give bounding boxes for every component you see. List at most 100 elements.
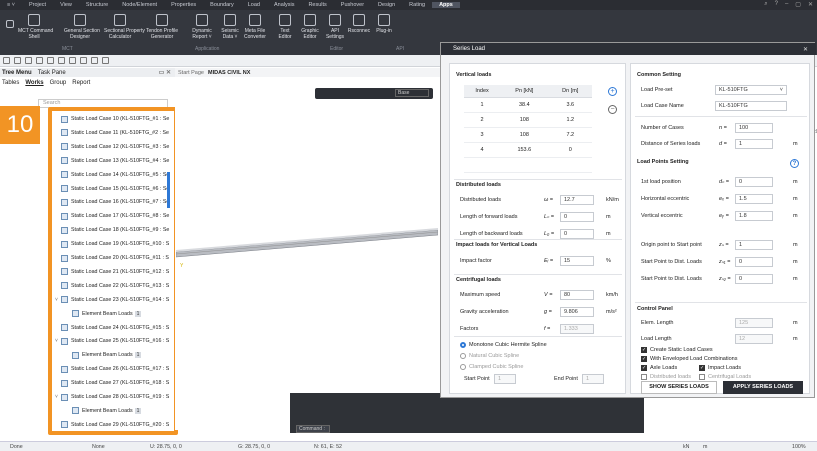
save-icon[interactable] — [25, 57, 32, 64]
undo-icon[interactable] — [36, 57, 43, 64]
tree-child-item[interactable]: Element Beam Loads 1 — [72, 349, 142, 361]
table-cell[interactable]: 108 — [500, 127, 549, 143]
field-input[interactable]: 0 — [735, 257, 773, 267]
search-icon[interactable]: ⌕ — [764, 1, 767, 8]
spline-option[interactable]: Monotone Cubic Hermite Spline — [460, 342, 547, 348]
tree-item[interactable]: ˅ Static Load Case 28 (KL-510FTG_#19 : S — [55, 391, 169, 403]
tree-item[interactable]: Static Load Case 26 (KL-510FTG_#17 : S — [55, 363, 169, 375]
table-row[interactable]: 1 38.4 3.6 — [464, 97, 592, 113]
table-cell[interactable]: 153.6 — [500, 142, 549, 158]
tree-item[interactable]: Static Load Case 19 (KL-510FTG_#10 : S — [55, 238, 169, 250]
menu-item-pushover[interactable]: Pushover — [334, 2, 371, 8]
close-icon[interactable]: ✕ — [803, 46, 808, 53]
tree-item[interactable]: Static Load Case 10 (KL-510FTG_#1 : Se — [55, 113, 169, 125]
table-cell[interactable]: 38.4 — [500, 97, 549, 113]
view-tab-active[interactable]: MIDAS CIVIL NX — [208, 70, 250, 76]
tree-tab-works[interactable]: Works — [25, 80, 43, 86]
table-row-empty[interactable] — [464, 157, 592, 173]
field-input[interactable]: 1 — [735, 240, 773, 250]
tree-item[interactable]: Static Load Case 14 (KL-510FTG_#5 : Se — [55, 169, 169, 181]
field-input[interactable]: 12.7 — [560, 195, 594, 205]
new-icon[interactable] — [3, 57, 10, 64]
view-tab[interactable]: Start Page — [178, 70, 204, 76]
help-icon[interactable]: ? — [790, 159, 799, 168]
command-input[interactable]: Command : — [296, 425, 330, 433]
cases-input[interactable]: 100 — [735, 123, 773, 133]
zoom-level[interactable]: 100% — [792, 444, 806, 450]
base-combo[interactable]: Base — [395, 89, 429, 97]
tree-item[interactable]: Static Load Case 18 (KL-510FTG_#9 : Se — [55, 224, 169, 236]
table-row[interactable]: 2 108 1.2 — [464, 112, 592, 128]
rotate-icon[interactable] — [80, 57, 87, 64]
table-cell[interactable]: 7.2 — [548, 127, 592, 143]
field-input[interactable]: 0 — [560, 212, 594, 222]
table-cell[interactable] — [548, 157, 592, 173]
table-cell[interactable]: 0 — [548, 142, 592, 158]
checkbox[interactable]: ✓ Create Static Load Cases — [641, 347, 713, 353]
checkbox[interactable]: ✓ With Enveloped Load Combinations — [641, 356, 737, 362]
pin-icon[interactable]: ▭ ✕ — [159, 69, 171, 76]
distance-input[interactable]: 1 — [735, 139, 773, 149]
field-input[interactable]: 0 — [735, 177, 773, 187]
tree-item[interactable]: Static Load Case 15 (KL-510FTG_#6 : Se — [55, 183, 169, 195]
ribbon-button[interactable]: Sectional Property Calculator — [104, 14, 145, 40]
case-name-input[interactable]: KL-510FTG — [715, 101, 787, 111]
tree-tab-report[interactable]: Report — [72, 80, 90, 86]
fit-icon[interactable] — [91, 57, 98, 64]
preset-select[interactable]: KL-510FTG ˅ — [715, 85, 787, 95]
tree-item[interactable]: Static Load Case 27 (KL-510FTG_#18 : S — [55, 377, 169, 389]
table-cell[interactable]: 108 — [500, 112, 549, 128]
ribbon-button[interactable]: Tendon Profile Generator — [146, 14, 178, 40]
field-input[interactable]: 9.806 — [560, 307, 594, 317]
table-row[interactable]: 3 108 7.2 — [464, 127, 592, 143]
field-input[interactable]: 1.333 — [560, 324, 594, 334]
menu-item-project[interactable]: Project — [22, 2, 53, 8]
ribbon-button[interactable]: Meta File Converter — [239, 14, 271, 40]
menu-item-boundary[interactable]: Boundary — [203, 2, 241, 8]
checkbox[interactable]: ✓ Axle Loads — [641, 365, 677, 371]
tree-item[interactable]: Static Load Case 11 (KL-510FTG_#2 : Se — [55, 127, 169, 139]
spline-option[interactable]: Natural Cubic Spline — [460, 353, 519, 359]
elem-length-input[interactable]: 125 — [735, 318, 773, 328]
quick-access-icon[interactable] — [6, 20, 14, 30]
table-cell[interactable] — [500, 157, 549, 173]
menu-item-structure[interactable]: Structure — [79, 2, 115, 8]
spline-option[interactable]: Clamped Cubic Spline — [460, 364, 523, 370]
print-icon[interactable] — [102, 57, 109, 64]
start-point-input[interactable]: 1 — [494, 374, 516, 384]
field-input[interactable]: 1.8 — [735, 211, 773, 221]
help-icon[interactable]: ? — [775, 1, 778, 8]
tree-tab-tables[interactable]: Tables — [2, 80, 19, 86]
tree-menu-tab[interactable]: Tree Menu — [2, 70, 32, 76]
ribbon-button[interactable]: Plug-in — [368, 14, 400, 34]
remove-row-icon[interactable]: − — [608, 105, 617, 114]
force-unit-select[interactable]: kN — [683, 444, 689, 450]
length-unit-select[interactable]: m — [703, 444, 707, 450]
table-cell[interactable]: 1.2 — [548, 112, 592, 128]
field-input[interactable]: 80 — [560, 290, 594, 300]
open-icon[interactable] — [14, 57, 21, 64]
add-row-icon[interactable]: + — [608, 87, 617, 96]
zoom-icon[interactable] — [58, 57, 65, 64]
tree-item[interactable]: Static Load Case 17 (KL-510FTG_#8 : Se — [55, 210, 169, 222]
tree-item[interactable]: Static Load Case 20 (KL-510FTG_#11 : S — [55, 252, 169, 264]
tree-scrollbar[interactable] — [167, 172, 170, 208]
checkbox[interactable]: Distributed loads — [641, 374, 691, 380]
tree-item[interactable]: Static Load Case 29 (KL-510FTG_#20 : S — [55, 419, 169, 431]
tree-child-item[interactable]: Element Beam Loads 1 — [72, 308, 142, 320]
tree-item[interactable]: ˅ Static Load Case 23 (KL-510FTG_#14 : S — [55, 294, 169, 306]
menu-item-node-element[interactable]: Node/Element — [115, 2, 164, 8]
field-input[interactable]: 0 — [735, 274, 773, 284]
pan-icon[interactable] — [69, 57, 76, 64]
table-cell[interactable] — [464, 157, 501, 173]
end-point-input[interactable]: 1 — [582, 374, 604, 384]
close-icon[interactable]: ✕ — [808, 1, 813, 8]
tree-item[interactable]: Static Load Case 16 (KL-510FTG_#7 : Se — [55, 196, 169, 208]
tree-item[interactable]: Static Load Case 13 (KL-510FTG_#4 : Se — [55, 155, 169, 167]
ribbon-button[interactable]: MCT Command Shell — [18, 14, 53, 40]
tree-item[interactable]: Static Load Case 21 (KL-510FTG_#12 : S — [55, 266, 169, 278]
apply-series-loads-button[interactable]: APPLY SERIES LOADS — [723, 381, 803, 394]
table-row[interactable]: 4 153.6 0 — [464, 142, 592, 158]
minimize-icon[interactable]: – — [785, 1, 788, 8]
menu-item-results[interactable]: Results — [301, 2, 333, 8]
